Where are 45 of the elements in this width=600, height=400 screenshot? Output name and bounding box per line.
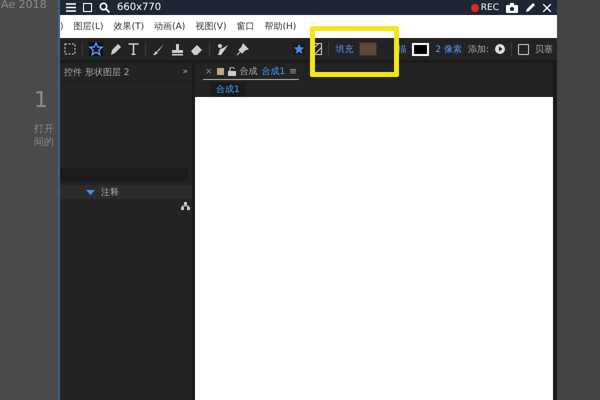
column-header[interactable]: 注释 bbox=[101, 186, 119, 198]
lock-icon[interactable] bbox=[228, 67, 236, 76]
composition-tab[interactable]: × 合成 合成1 ≡ bbox=[203, 64, 299, 80]
pin-icon[interactable] bbox=[236, 42, 249, 56]
menu-item[interactable]: 帮助(H) bbox=[264, 20, 296, 33]
menu-item[interactable]: ) bbox=[60, 22, 64, 32]
eraser-icon[interactable] bbox=[190, 42, 203, 56]
step-number: 1 bbox=[34, 89, 48, 114]
text-tool-icon[interactable] bbox=[128, 43, 139, 55]
star-icon[interactable] bbox=[89, 42, 103, 56]
expand-icon[interactable]: » bbox=[182, 67, 188, 77]
page-title: Ae 2018 bbox=[1, 0, 47, 11]
window-title: 660x770 bbox=[117, 2, 162, 13]
window-icon[interactable] bbox=[83, 3, 92, 12]
step-text: 打开 bbox=[34, 123, 54, 136]
dropdown-icon[interactable] bbox=[86, 190, 95, 194]
menu-item[interactable]: 视图(V) bbox=[195, 20, 226, 33]
stamp-icon[interactable] bbox=[171, 42, 184, 56]
menu-item[interactable]: 图层(L) bbox=[74, 20, 104, 33]
search-field[interactable] bbox=[60, 168, 188, 181]
bezier-checkbox[interactable] bbox=[518, 44, 529, 54]
close-icon[interactable] bbox=[543, 4, 551, 12]
fill-swatch[interactable] bbox=[359, 42, 378, 56]
search-icon[interactable] bbox=[99, 2, 110, 13]
record-button[interactable]: REC bbox=[470, 2, 499, 12]
pen-icon[interactable] bbox=[525, 2, 536, 13]
menu-item[interactable]: 动画(A) bbox=[154, 20, 186, 33]
bezier-label: 贝塞 bbox=[535, 44, 553, 56]
puppet-icon[interactable] bbox=[216, 42, 230, 56]
hierarchy-icon[interactable] bbox=[181, 202, 190, 210]
selection-icon[interactable] bbox=[64, 43, 76, 55]
composition-subtab[interactable]: 合成1 bbox=[210, 82, 246, 96]
stroke-width[interactable]: 2 像素 bbox=[435, 42, 462, 56]
panel-title[interactable]: 控件 形状图层 2 bbox=[64, 66, 130, 78]
pen-tool-icon[interactable] bbox=[109, 42, 122, 56]
menu-icon[interactable] bbox=[66, 3, 76, 12]
step-text: 间的 bbox=[34, 136, 54, 150]
menu-item[interactable]: 窗口 bbox=[236, 20, 254, 33]
star-icon[interactable] bbox=[293, 43, 306, 55]
fill-label[interactable]: 填充 bbox=[335, 42, 354, 56]
camera-icon[interactable] bbox=[506, 2, 518, 12]
add-label: 添加: bbox=[468, 44, 489, 56]
play-icon[interactable] bbox=[495, 44, 505, 54]
menu-item[interactable]: 效果(T) bbox=[114, 20, 144, 33]
stroke-swatch[interactable] bbox=[412, 42, 430, 56]
